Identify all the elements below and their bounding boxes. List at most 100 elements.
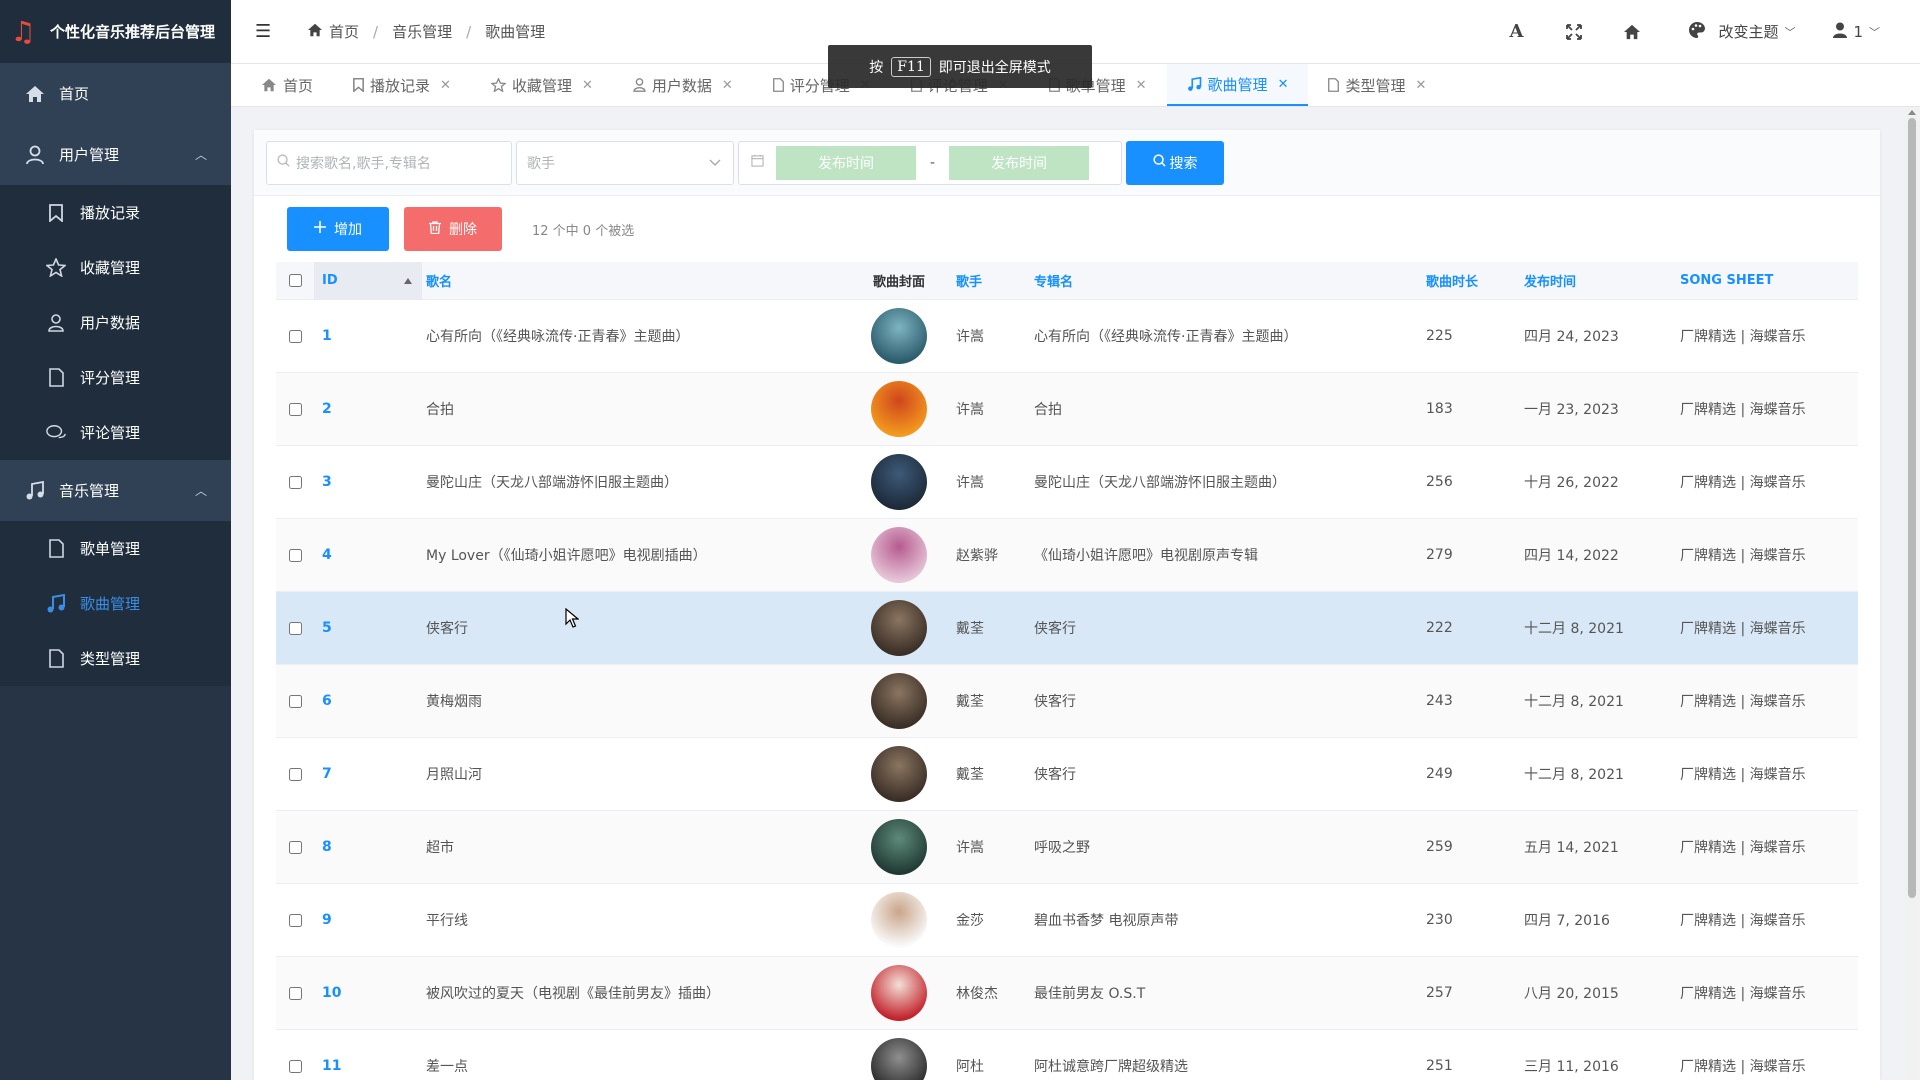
keyword-search-input[interactable]: 搜索歌名,歌手,专辑名 — [266, 140, 512, 185]
cell-id[interactable]: 8 — [314, 839, 422, 855]
sidebar-item-label: 歌单管理 — [80, 540, 141, 558]
music-icon — [1187, 76, 1202, 92]
table-row[interactable]: 10 被风吹过的夏天（电视剧《最佳前男友》插曲） 林俊杰 最佳前男友 O.S.T 257… — [276, 957, 1858, 1030]
scroll-up-arrow-icon[interactable] — [1908, 110, 1916, 115]
row-checkbox[interactable] — [288, 986, 302, 1000]
sidebar-item-label: 首页 — [59, 85, 90, 103]
scrollbar-thumb[interactable] — [1908, 118, 1916, 898]
page-scrollbar[interactable] — [1905, 108, 1919, 1080]
tab-play-history[interactable]: 播放记录 ✕ — [333, 64, 471, 106]
column-song-sheet[interactable]: SONG SHEET — [1680, 273, 1858, 288]
cell-song-sheet: 厂牌精选 | 海蝶音乐 — [1680, 621, 1806, 637]
close-icon[interactable]: ✕ — [1278, 77, 1289, 92]
theme-switcher[interactable]: 改变主题 ﹀ — [1688, 21, 1795, 43]
cell-date: 十二月 8, 2021 — [1524, 767, 1624, 783]
column-album[interactable]: 专辑名 — [1030, 271, 1422, 290]
hamburger-icon[interactable]: ☰ — [255, 21, 275, 42]
column-date[interactable]: 发布时间 — [1522, 271, 1680, 290]
row-select-cell — [276, 402, 314, 416]
table-row[interactable]: 1 心有所向（《经典咏流传·正青春》主题曲） 许嵩 心有所向（《经典咏流传·正青春》主… — [276, 300, 1858, 373]
close-icon[interactable]: ✕ — [1136, 78, 1147, 93]
table-row[interactable]: 5 侠客行 戴荃 侠客行 222 十二月 8, 2021 厂牌精选 | 海蝶音乐 — [276, 592, 1858, 665]
date-start-input[interactable]: 发布时间 — [776, 145, 916, 180]
table-row[interactable]: 8 超市 许嵩 呼吸之野 259 五月 14, 2021 厂牌精选 | 海蝶音乐 — [276, 811, 1858, 884]
search-button[interactable]: 搜索 — [1126, 140, 1224, 185]
row-checkbox[interactable] — [288, 329, 302, 343]
cell-cover — [848, 600, 950, 656]
tab-home[interactable]: 首页 — [241, 64, 333, 106]
table-body: 1 心有所向（《经典咏流传·正青春》主题曲） 许嵩 心有所向（《经典咏流传·正青春》主… — [276, 300, 1858, 1080]
tab-songs[interactable]: 歌曲管理 ✕ — [1166, 64, 1309, 106]
cell-id[interactable]: 9 — [314, 912, 422, 928]
sidebar-item-user-data[interactable]: 用户数据 — [0, 295, 231, 350]
row-checkbox[interactable] — [288, 621, 302, 635]
column-length[interactable]: 歌曲时长 — [1422, 271, 1522, 290]
home-icon[interactable] — [1620, 20, 1644, 44]
column-id[interactable]: ID — [314, 261, 422, 300]
table-row[interactable]: 2 合拍 许嵩 合拍 183 一月 23, 2023 厂牌精选 | 海蝶音乐 — [276, 373, 1858, 446]
sidebar-item-playlists[interactable]: 歌单管理 — [0, 521, 231, 576]
sidebar-item-ratings[interactable]: 评分管理 — [0, 350, 231, 405]
cover-image — [871, 527, 927, 583]
singer-select[interactable]: 歌手 — [516, 140, 734, 185]
row-checkbox[interactable] — [288, 475, 302, 489]
breadcrumb-home[interactable]: 首页 — [329, 21, 359, 42]
music-submenu: 歌单管理 歌曲管理 类型管理 — [0, 521, 231, 686]
cell-id[interactable]: 5 — [314, 620, 422, 636]
row-checkbox[interactable] — [288, 548, 302, 562]
cell-date: 三月 11, 2016 — [1524, 1059, 1619, 1075]
cell-id[interactable]: 4 — [314, 547, 422, 563]
cell-cover — [848, 965, 950, 1021]
cell-id[interactable]: 3 — [314, 474, 422, 490]
sidebar-item-home[interactable]: 首页 — [0, 63, 231, 124]
table-row[interactable]: 11 差一点 阿杜 阿杜诚意跨厂牌超级精选 251 三月 11, 2016 厂牌精选 | 海… — [276, 1030, 1858, 1080]
file-icon — [46, 368, 66, 388]
date-end-input[interactable]: 发布时间 — [949, 145, 1090, 180]
table-row[interactable]: 6 黄梅烟雨 戴荃 侠客行 243 十二月 8, 2021 厂牌精选 | 海蝶音乐 — [276, 665, 1858, 738]
sidebar-item-favorites[interactable]: 收藏管理 — [0, 240, 231, 295]
tab-favorites[interactable]: 收藏管理 ✕ — [471, 64, 613, 106]
table-row[interactable]: 4 My Lover（《仙琦小姐许愿吧》电视剧插曲） 赵紫骅 《仙琦小姐许愿吧》电视剧… — [276, 519, 1858, 592]
date-range-picker[interactable]: 发布时间 - 发布时间 — [738, 140, 1122, 185]
breadcrumb-current: 歌曲管理 — [485, 23, 546, 41]
table-row[interactable]: 3 曼陀山庄（天龙八部端游怀旧服主题曲） 许嵩 曼陀山庄（天龙八部端游怀旧服主题曲） 2… — [276, 446, 1858, 519]
cell-id[interactable]: 11 — [314, 1058, 422, 1074]
sidebar-group-music[interactable]: 音乐管理 ︿ — [0, 460, 231, 521]
tab-genres[interactable]: 类型管理 ✕ — [1308, 64, 1446, 106]
row-checkbox[interactable] — [288, 767, 302, 781]
user-menu[interactable]: 1 ﹀ — [1833, 22, 1880, 42]
row-checkbox[interactable] — [288, 840, 302, 854]
delete-button[interactable]: 删除 — [404, 207, 502, 251]
cell-id[interactable]: 1 — [314, 328, 422, 344]
close-icon[interactable]: ✕ — [582, 78, 593, 93]
cell-id[interactable]: 10 — [314, 985, 422, 1001]
row-checkbox[interactable] — [288, 913, 302, 927]
table-row[interactable]: 7 月照山河 戴荃 侠客行 249 十二月 8, 2021 厂牌精选 | 海蝶音乐 — [276, 738, 1858, 811]
font-size-icon[interactable]: A — [1504, 20, 1528, 44]
sidebar-item-songs[interactable]: 歌曲管理 — [0, 576, 231, 631]
search-bar: 搜索歌名,歌手,专辑名 歌手 发布时间 - 发布时间 搜索 — [254, 130, 1880, 196]
fullscreen-icon[interactable] — [1562, 20, 1586, 44]
close-icon[interactable]: ✕ — [1415, 78, 1426, 93]
sidebar-item-comments[interactable]: 评论管理 — [0, 405, 231, 460]
column-singer[interactable]: 歌手 — [950, 271, 1030, 290]
row-checkbox[interactable] — [288, 1059, 302, 1073]
column-name[interactable]: 歌名 — [422, 271, 848, 290]
row-checkbox[interactable] — [288, 402, 302, 416]
sidebar-group-user[interactable]: 用户管理 ︿ — [0, 124, 231, 185]
cover-image — [871, 1038, 927, 1080]
breadcrumb-music[interactable]: 音乐管理 — [392, 21, 452, 42]
cell-id[interactable]: 6 — [314, 693, 422, 709]
sidebar-item-genres[interactable]: 类型管理 — [0, 631, 231, 686]
bookmark-icon — [46, 203, 66, 223]
row-checkbox[interactable] — [288, 694, 302, 708]
table-row[interactable]: 9 平行线 金莎 碧血书香梦 电视原声带 230 四月 7, 2016 厂牌精选 | 海蝶音… — [276, 884, 1858, 957]
cell-id[interactable]: 7 — [314, 766, 422, 782]
select-all-checkbox[interactable] — [288, 274, 302, 287]
add-button[interactable]: 增加 — [287, 207, 389, 251]
sidebar-item-play-history[interactable]: 播放记录 — [0, 185, 231, 240]
tab-user-data[interactable]: 用户数据 ✕ — [613, 64, 753, 106]
close-icon[interactable]: ✕ — [440, 78, 451, 93]
cell-id[interactable]: 2 — [314, 401, 422, 417]
close-icon[interactable]: ✕ — [722, 78, 733, 93]
